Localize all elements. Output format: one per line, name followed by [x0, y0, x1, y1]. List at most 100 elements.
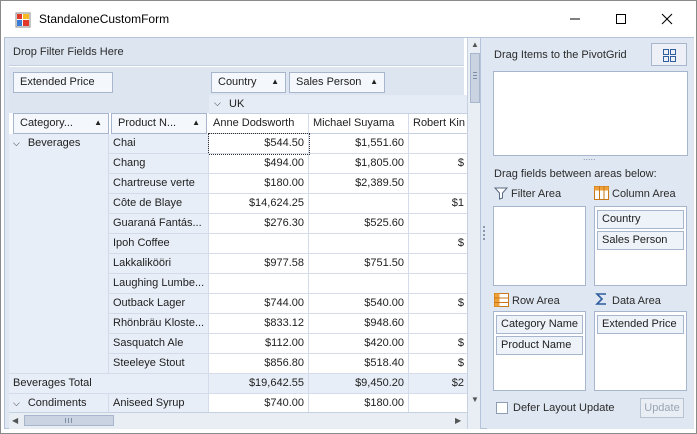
product-row-header[interactable]: Rhönbräu Kloste... — [109, 314, 209, 334]
chevron-down-icon[interactable]: ⌵ — [13, 138, 20, 148]
data-field-extended-price[interactable]: Extended Price — [13, 72, 113, 93]
product-row-header[interactable]: Laughing Lumbe... — [109, 274, 209, 294]
column-area-item-country[interactable]: Country — [597, 210, 684, 229]
splitter-handle[interactable] — [482, 223, 486, 243]
data-cell[interactable]: $ — [409, 154, 469, 174]
data-cell[interactable]: $833.12 — [209, 314, 309, 334]
row-field-category[interactable]: Category... ▲ — [13, 113, 109, 134]
sort-ascending-icon: ▲ — [94, 118, 102, 127]
vertical-scrollbar[interactable]: ▲ ▼ — [467, 38, 480, 429]
data-cell[interactable]: $ — [409, 354, 469, 374]
data-cell[interactable]: $276.30 — [209, 214, 309, 234]
data-cell[interactable]: $ — [409, 334, 469, 354]
data-cell[interactable] — [409, 274, 469, 294]
product-row-header[interactable]: Chai — [109, 134, 209, 154]
product-row-header[interactable]: Lakkalikööri — [109, 254, 209, 274]
close-button[interactable] — [644, 1, 690, 37]
product-row-header[interactable]: Ipoh Coffee — [109, 234, 209, 254]
data-cell[interactable]: $180.00 — [209, 174, 309, 194]
sales-person-header[interactable]: Robert Kin — [409, 114, 469, 134]
product-row-header[interactable]: Sasquatch Ale — [109, 334, 209, 354]
data-cell[interactable] — [309, 234, 409, 254]
filter-area-box[interactable] — [493, 206, 586, 286]
layout-button[interactable] — [651, 43, 687, 66]
product-row-header[interactable]: Outback Lager — [109, 294, 209, 314]
column-area-item-sales-person[interactable]: Sales Person — [597, 231, 684, 250]
data-cell[interactable] — [209, 234, 309, 254]
scroll-right-icon[interactable]: ▶ — [455, 416, 461, 425]
data-cell[interactable]: $751.50 — [309, 254, 409, 274]
category-header-condiments[interactable]: ⌵ Condiments — [9, 394, 109, 414]
data-cell[interactable] — [409, 254, 469, 274]
category-header-beverages[interactable]: ⌵ Beverages — [9, 134, 109, 374]
data-cell[interactable] — [409, 174, 469, 194]
data-cell[interactable] — [309, 274, 409, 294]
horizontal-scrollbar[interactable]: ◀ ▶ — [9, 412, 467, 429]
data-cell[interactable]: $740.00 — [209, 394, 309, 414]
maximize-button[interactable] — [598, 1, 644, 37]
sales-person-header[interactable]: Anne Dodsworth — [209, 114, 309, 134]
row-area-item-product-name[interactable]: Product Name — [496, 336, 583, 355]
data-cell[interactable]: $544.50 — [208, 133, 310, 155]
data-cell[interactable] — [409, 314, 469, 334]
data-cell[interactable]: $948.60 — [309, 314, 409, 334]
splitter-grip[interactable]: ..... — [583, 152, 596, 162]
product-row-header[interactable]: Chartreuse verte — [109, 174, 209, 194]
sort-ascending-icon: ▲ — [192, 118, 200, 127]
product-row-header[interactable]: Côte de Blaye — [109, 194, 209, 214]
data-cell[interactable]: $977.58 — [209, 254, 309, 274]
data-cell[interactable]: $ — [409, 234, 469, 254]
horizontal-scroll-thumb[interactable] — [24, 415, 114, 426]
total-cell[interactable]: $2 — [409, 374, 469, 394]
data-cell[interactable]: $494.00 — [209, 154, 309, 174]
category-total-header[interactable]: Beverages Total — [9, 374, 209, 394]
data-cell[interactable]: $2,389.50 — [309, 174, 409, 194]
data-area-item-extended-price[interactable]: Extended Price — [597, 315, 684, 334]
data-cell[interactable]: $ — [409, 294, 469, 314]
data-cell[interactable]: $180.00 — [309, 394, 409, 414]
vertical-scroll-thumb[interactable] — [470, 53, 480, 103]
data-cell[interactable] — [409, 394, 469, 414]
data-cell[interactable]: $540.00 — [309, 294, 409, 314]
data-cell[interactable]: $14,624.25 — [209, 194, 309, 214]
sales-person-header[interactable]: Michael Suyama — [309, 114, 409, 134]
content-area: Drop Filter Fields Here Extended Price C… — [4, 37, 694, 429]
row-area-box[interactable]: Category Name Product Name — [493, 311, 586, 391]
minimize-button[interactable] — [552, 1, 598, 37]
row-area-item-category-name[interactable]: Category Name — [496, 315, 583, 334]
row-field-product[interactable]: Product N... ▲ — [111, 113, 207, 134]
data-cell[interactable]: $744.00 — [209, 294, 309, 314]
column-field-country[interactable]: Country ▲ — [211, 72, 286, 93]
data-cell[interactable]: $1,805.00 — [309, 154, 409, 174]
data-cell[interactable]: $1,551.60 — [309, 134, 409, 154]
country-header-row[interactable]: ⌵ UK — [209, 95, 467, 114]
data-cell[interactable]: $518.40 — [309, 354, 409, 374]
data-cell[interactable] — [209, 274, 309, 294]
product-row-header[interactable]: Guaraná Fantás... — [109, 214, 209, 234]
column-area-box[interactable]: Country Sales Person — [594, 206, 687, 286]
data-cell[interactable]: $1 — [409, 194, 469, 214]
data-cell[interactable]: $525.60 — [309, 214, 409, 234]
column-field-sales-person[interactable]: Sales Person ▲ — [289, 72, 385, 93]
product-row-header[interactable]: Steeleye Stout — [109, 354, 209, 374]
scroll-up-icon[interactable]: ▲ — [471, 40, 479, 49]
data-cell[interactable]: $112.00 — [209, 334, 309, 354]
field-list-box[interactable] — [493, 71, 688, 156]
product-row-header[interactable]: Chang — [109, 154, 209, 174]
data-cell[interactable]: $856.80 — [209, 354, 309, 374]
total-cell[interactable]: $9,450.20 — [309, 374, 409, 394]
defer-layout-checkbox[interactable] — [496, 402, 508, 414]
data-cell[interactable]: $420.00 — [309, 334, 409, 354]
data-cell[interactable] — [409, 214, 469, 234]
filter-header-area[interactable]: Drop Filter Fields Here — [9, 38, 464, 66]
data-cell[interactable] — [309, 194, 409, 214]
product-row-header[interactable]: Aniseed Syrup — [109, 394, 209, 414]
data-area-box[interactable]: Extended Price — [594, 311, 687, 391]
chevron-down-icon[interactable]: ⌵ — [13, 398, 20, 408]
data-cell[interactable] — [409, 134, 469, 154]
filter-area-label: Filter Area — [511, 188, 562, 200]
scroll-left-icon[interactable]: ◀ — [12, 416, 18, 425]
scroll-down-icon[interactable]: ▼ — [471, 395, 479, 404]
update-button[interactable]: Update — [640, 398, 684, 418]
total-cell[interactable]: $19,642.55 — [209, 374, 309, 394]
